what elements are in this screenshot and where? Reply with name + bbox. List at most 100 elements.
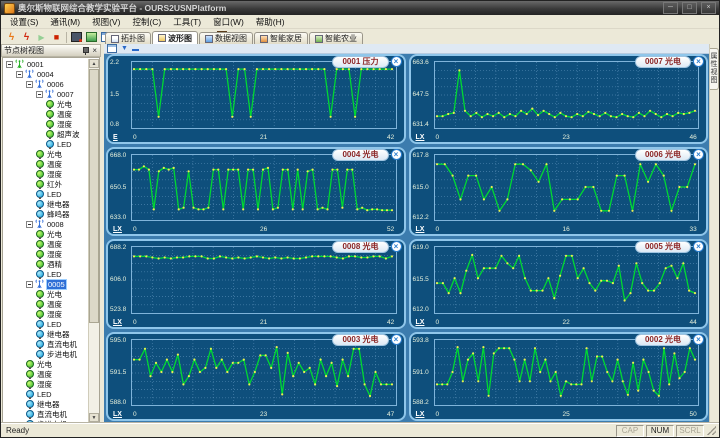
tree-leaf-湿度[interactable]: 湿度 xyxy=(3,379,89,389)
menu-item-6[interactable]: 帮助(H) xyxy=(250,16,291,28)
tree-leaf-LED[interactable]: LED xyxy=(3,139,89,149)
chart-close-icon[interactable]: × xyxy=(693,56,704,67)
bolt-red-icon[interactable]: ϟ xyxy=(19,31,34,44)
chart-title: 0005 光电 xyxy=(634,241,691,253)
chart-minimize-icon[interactable] xyxy=(131,49,139,51)
chart-close-icon[interactable]: × xyxy=(390,241,402,252)
tree-leaf-蜂鸣器[interactable]: 蜂鸣器 xyxy=(3,209,89,219)
chart-close-icon[interactable]: × xyxy=(390,56,402,67)
waveform-icon xyxy=(158,34,166,42)
bolt-orange-icon[interactable]: ϟ xyxy=(4,31,19,44)
scroll-up-icon[interactable]: ▲ xyxy=(89,59,99,68)
tree-leaf-继电器[interactable]: 继电器 xyxy=(3,199,89,209)
menu-item-5[interactable]: 窗口(W) xyxy=(207,16,250,28)
tree-node-0004[interactable]: 0004 xyxy=(3,69,89,79)
menu-item-0[interactable]: 设置(S) xyxy=(4,16,44,28)
device-icon[interactable] xyxy=(69,31,84,44)
pin-icon[interactable] xyxy=(83,46,90,55)
collapse-icon[interactable] xyxy=(6,60,13,68)
tree-leaf-红外[interactable]: 红外 xyxy=(3,179,89,189)
chart-close-icon[interactable]: × xyxy=(693,241,704,252)
image-icon[interactable] xyxy=(84,31,99,44)
chart-close-icon[interactable]: × xyxy=(693,333,704,345)
tree-leaf-继电器[interactable]: 继电器 xyxy=(3,399,89,409)
tree-leaf-继电器[interactable]: 继电器 xyxy=(3,329,89,339)
maximize-icon[interactable]: □ xyxy=(682,2,697,14)
tree-leaf-超声波[interactable]: 超声波 xyxy=(3,129,89,139)
scroll-thumb[interactable] xyxy=(89,69,99,324)
stop-icon[interactable]: ■ xyxy=(49,31,64,44)
menu-item-2[interactable]: 视图(V) xyxy=(86,16,126,28)
tab-波形图[interactable]: 波形图 xyxy=(152,31,198,44)
sensor-icon xyxy=(36,259,44,269)
collapse-icon[interactable] xyxy=(26,220,33,228)
tree-leaf-湿度[interactable]: 湿度 xyxy=(3,309,89,319)
tree-leaf-步进电机[interactable]: 步进电机 xyxy=(3,349,89,359)
collapse-icon[interactable] xyxy=(36,90,43,98)
waveform-plot xyxy=(131,153,397,221)
tree-leaf-温度[interactable]: 温度 xyxy=(3,159,89,169)
close-icon[interactable]: × xyxy=(701,2,716,14)
menu-item-3[interactable]: 控制(C) xyxy=(126,16,167,28)
x-tick-max: 52 xyxy=(387,226,395,233)
waveform-plot xyxy=(433,153,699,221)
tree-leaf-LED[interactable]: LED xyxy=(3,389,89,399)
chart-window-icon[interactable] xyxy=(107,44,117,53)
x-tick-mid: 21 xyxy=(260,133,268,141)
tree-leaf-湿度[interactable]: 湿度 xyxy=(3,169,89,179)
collapse-icon[interactable] xyxy=(16,70,23,78)
chart-collapse-icon[interactable]: ▼ xyxy=(121,45,128,52)
tree-leaf-温度[interactable]: 温度 xyxy=(3,369,89,379)
tree-leaf-直流电机[interactable]: 直流电机 xyxy=(3,339,89,349)
sidebar-close-icon[interactable]: × xyxy=(91,46,98,55)
tree-node-0001[interactable]: 0001 xyxy=(3,59,89,69)
unit-label: LX xyxy=(415,411,425,418)
play-icon[interactable]: ▶ xyxy=(34,31,49,44)
tree-leaf-光电[interactable]: 光电 xyxy=(3,149,89,159)
tree-leaf-湿度[interactable]: 湿度 xyxy=(3,119,89,129)
chart-close-icon[interactable]: × xyxy=(693,148,704,160)
x-tick-mid: 23 xyxy=(260,411,268,418)
tree-node-0006[interactable]: 0006 xyxy=(3,79,89,89)
tree-leaf-温度[interactable]: 温度 xyxy=(3,299,89,309)
chart-close-icon[interactable]: × xyxy=(390,333,402,345)
actuator-icon xyxy=(36,199,44,209)
x-tick-mid: 26 xyxy=(260,226,268,233)
collapse-icon[interactable] xyxy=(26,80,33,88)
tree-node-0005[interactable]: 0005 xyxy=(3,278,89,290)
property-view-tab[interactable]: 属性视图 xyxy=(710,48,719,90)
resize-grip[interactable] xyxy=(707,426,716,435)
tab-智能家居[interactable]: 智能家居 xyxy=(254,32,308,44)
chart-close-icon[interactable]: × xyxy=(390,148,402,160)
tree-leaf-光电[interactable]: 光电 xyxy=(3,229,89,239)
tree-leaf-步进电机[interactable]: 步进电机 xyxy=(3,419,89,422)
tree-leaf-温度[interactable]: 温度 xyxy=(3,239,89,249)
tree-node-0007[interactable]: 0007 xyxy=(3,89,89,99)
tree-leaf-光电[interactable]: 光电 xyxy=(3,359,89,369)
minimize-icon[interactable]: ─ xyxy=(663,2,678,14)
chart-title: 0001 压力 xyxy=(332,56,389,68)
menu-item-1[interactable]: 通讯(M) xyxy=(44,16,86,28)
chart-panel-0008-光电: 0008 光电 × LX 688.2 606.0 523.8 0 21 42 xyxy=(106,239,406,329)
tab-智能农业[interactable]: 智能农业 xyxy=(309,32,363,44)
menu-item-4[interactable]: 工具(T) xyxy=(167,16,207,28)
tree-leaf-温度[interactable]: 温度 xyxy=(3,109,89,119)
tree-leaf-LED[interactable]: LED xyxy=(3,269,89,279)
tree-leaf-LED[interactable]: LED xyxy=(3,319,89,329)
x-tick-max: 42 xyxy=(387,318,395,326)
tree-leaf-湿度[interactable]: 湿度 xyxy=(3,249,89,259)
right-dock-strip: 属性视图 xyxy=(709,44,719,423)
unit-label: LX xyxy=(113,318,122,326)
tree-leaf-光电[interactable]: 光电 xyxy=(3,289,89,299)
tab-数据视图[interactable]: 数据视图 xyxy=(199,32,253,44)
tree-leaf-直流电机[interactable]: 直流电机 xyxy=(3,409,89,419)
tree-node-0008[interactable]: 0008 xyxy=(3,219,89,229)
scroll-down-icon[interactable]: ▼ xyxy=(89,413,99,422)
tab-拓扑图[interactable]: 拓扑图 xyxy=(105,32,151,44)
collapse-icon[interactable] xyxy=(26,280,33,288)
tree-scrollbar[interactable]: ▲ ▼ xyxy=(88,59,99,422)
tree-leaf-LED[interactable]: LED xyxy=(3,189,89,199)
tree-leaf-酒精[interactable]: 酒精 xyxy=(3,259,89,269)
tree-leaf-光电[interactable]: 光电 xyxy=(3,99,89,109)
antenna-icon xyxy=(35,79,44,89)
